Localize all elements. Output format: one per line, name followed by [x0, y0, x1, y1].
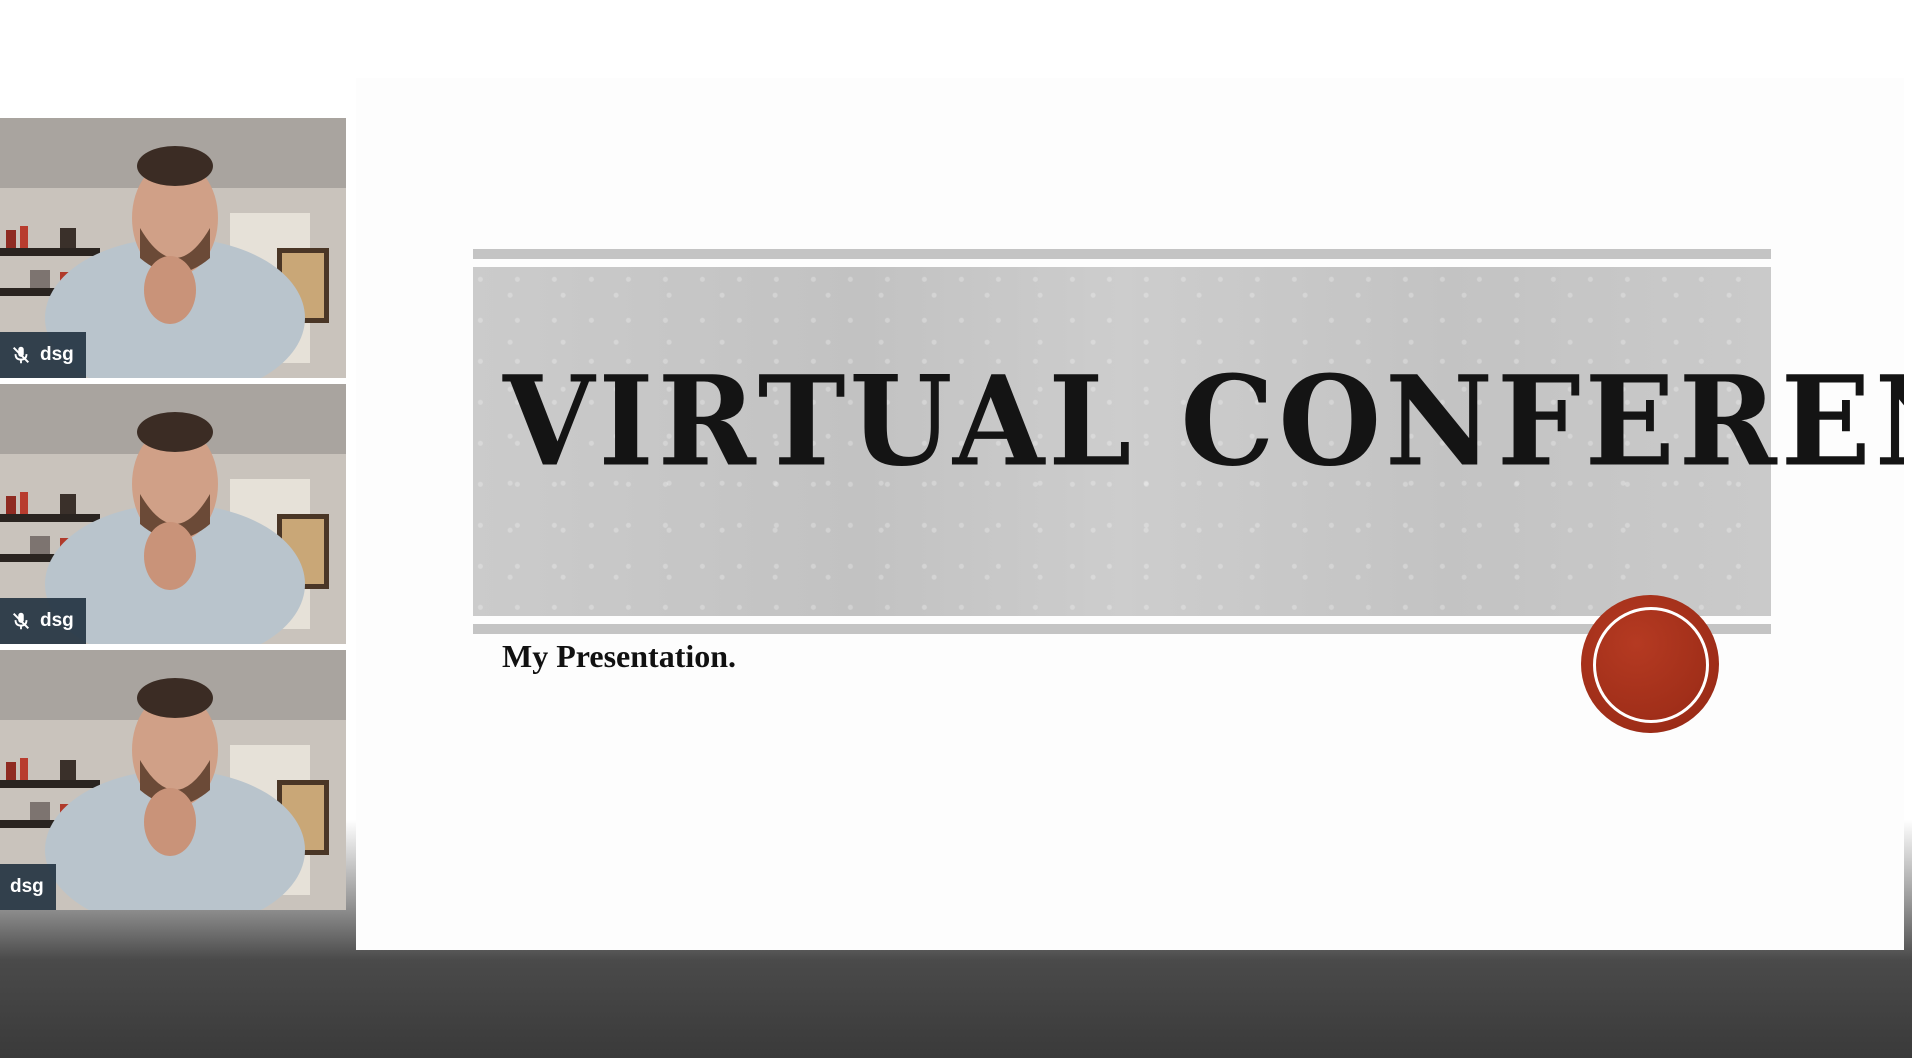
participant-tile[interactable]: dsg [0, 650, 346, 910]
participant-name-tag: dsg [0, 598, 86, 644]
decorative-circle-ring [1593, 607, 1709, 723]
participant-tile[interactable]: dsg [0, 118, 346, 378]
decorative-circle [1581, 595, 1719, 733]
title-band-top-line [473, 249, 1771, 259]
participant-name: dsg [40, 344, 74, 365]
shared-slide: Virtual Conference My Presentation. [356, 78, 1904, 950]
participant-name: dsg [10, 876, 44, 897]
slide-subtitle: My Presentation. [502, 638, 737, 674]
participant-name-tag: dsg [0, 864, 56, 910]
mic-off-icon [12, 346, 30, 364]
mic-off-icon [12, 612, 30, 630]
slide-title: Virtual Conference [503, 348, 1904, 494]
participant-name-tag: dsg [0, 332, 86, 378]
participant-tile[interactable]: dsg [0, 384, 346, 644]
title-band-bottom-line [473, 624, 1771, 634]
participant-name: dsg [40, 610, 74, 631]
